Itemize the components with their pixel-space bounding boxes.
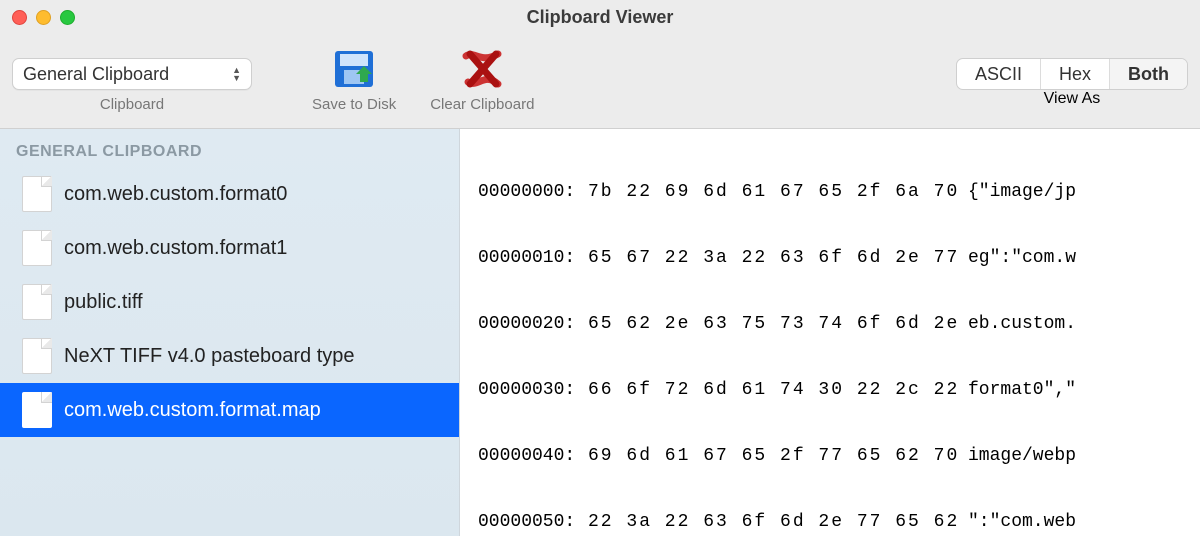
file-icon bbox=[22, 284, 52, 320]
hex-addr: 00000030: bbox=[478, 379, 588, 401]
hex-bytes: 66 6f 72 6d 61 74 30 22 2c 22 bbox=[588, 379, 968, 401]
hex-line: 00000000:7b 22 69 6d 61 67 65 2f 6a 70{"… bbox=[478, 181, 1182, 203]
fullscreen-window-button[interactable] bbox=[60, 10, 75, 25]
clipboard-select-label: Clipboard bbox=[100, 96, 164, 113]
hex-bytes: 69 6d 61 67 65 2f 77 65 62 70 bbox=[588, 445, 968, 467]
view-as-label: View As bbox=[1044, 90, 1101, 108]
view-as-both[interactable]: Both bbox=[1110, 59, 1187, 89]
hex-ascii: eg":"com.w bbox=[968, 247, 1076, 269]
hex-ascii: {"image/jp bbox=[968, 181, 1076, 203]
close-window-button[interactable] bbox=[12, 10, 27, 25]
file-icon bbox=[22, 230, 52, 266]
clipboard-select-value: General Clipboard bbox=[23, 64, 169, 85]
hex-addr: 00000000: bbox=[478, 181, 588, 203]
red-x-icon bbox=[460, 48, 504, 90]
list-item[interactable]: NeXT TIFF v4.0 pasteboard type bbox=[0, 329, 459, 383]
view-as-group: ASCII Hex Both View As bbox=[956, 38, 1188, 108]
file-icon bbox=[22, 338, 52, 374]
list-item-label: com.web.custom.format0 bbox=[64, 183, 287, 206]
list-item-label: com.web.custom.format.map bbox=[64, 399, 321, 422]
hex-line: 00000040:69 6d 61 67 65 2f 77 65 62 70im… bbox=[478, 445, 1182, 467]
hex-addr: 00000040: bbox=[478, 445, 588, 467]
clear-clipboard-button[interactable]: Clear Clipboard bbox=[430, 38, 534, 113]
hex-addr: 00000020: bbox=[478, 313, 588, 335]
main-area: GENERAL CLIPBOARD com.web.custom.format0… bbox=[0, 128, 1200, 536]
window-controls bbox=[12, 10, 75, 25]
titlebar: Clipboard Viewer bbox=[0, 0, 1200, 34]
hex-bytes: 65 62 2e 63 75 73 74 6f 6d 2e bbox=[588, 313, 968, 335]
hex-line: 00000030:66 6f 72 6d 61 74 30 22 2c 22fo… bbox=[478, 379, 1182, 401]
hex-line: 00000050:22 3a 22 63 6f 6d 2e 77 65 62":… bbox=[478, 511, 1182, 533]
toolbar: General Clipboard ▲▼ Clipboard Save to D… bbox=[0, 34, 1200, 128]
clear-clipboard-label: Clear Clipboard bbox=[430, 96, 534, 113]
list-item-label: NeXT TIFF v4.0 pasteboard type bbox=[64, 345, 355, 368]
window-title: Clipboard Viewer bbox=[0, 7, 1200, 28]
hex-bytes: 7b 22 69 6d 61 67 65 2f 6a 70 bbox=[588, 181, 968, 203]
file-icon bbox=[22, 392, 52, 428]
hex-line: 00000020:65 62 2e 63 75 73 74 6f 6d 2eeb… bbox=[478, 313, 1182, 335]
clipboard-select-group: General Clipboard ▲▼ Clipboard bbox=[12, 38, 252, 113]
save-to-disk-label: Save to Disk bbox=[312, 96, 396, 113]
list-item[interactable]: public.tiff bbox=[0, 275, 459, 329]
hex-ascii: ":"com.web bbox=[968, 511, 1076, 533]
hex-addr: 00000050: bbox=[478, 511, 588, 533]
hex-ascii: eb.custom. bbox=[968, 313, 1076, 335]
hex-addr: 00000010: bbox=[478, 247, 588, 269]
list-item[interactable]: com.web.custom.format0 bbox=[0, 167, 459, 221]
list-item-label: public.tiff bbox=[64, 291, 143, 314]
view-as-segmented: ASCII Hex Both bbox=[956, 58, 1188, 90]
view-as-ascii[interactable]: ASCII bbox=[957, 59, 1041, 89]
list-item-label: com.web.custom.format1 bbox=[64, 237, 287, 260]
hex-ascii: format0"," bbox=[968, 379, 1076, 401]
list-item-selected[interactable]: com.web.custom.format.map bbox=[0, 383, 459, 437]
file-icon bbox=[22, 176, 52, 212]
hex-dump-view: 00000000:7b 22 69 6d 61 67 65 2f 6a 70{"… bbox=[460, 129, 1200, 536]
hex-bytes: 22 3a 22 63 6f 6d 2e 77 65 62 bbox=[588, 511, 968, 533]
list-item[interactable]: com.web.custom.format1 bbox=[0, 221, 459, 275]
save-to-disk-button[interactable]: Save to Disk bbox=[312, 38, 396, 113]
updown-chevron-icon: ▲▼ bbox=[232, 67, 241, 82]
clipboard-select[interactable]: General Clipboard ▲▼ bbox=[12, 58, 252, 90]
sidebar-section-header: GENERAL CLIPBOARD bbox=[0, 137, 459, 167]
floppy-disk-icon bbox=[332, 48, 376, 90]
minimize-window-button[interactable] bbox=[36, 10, 51, 25]
view-as-hex[interactable]: Hex bbox=[1041, 59, 1110, 89]
hex-ascii: image/webp bbox=[968, 445, 1076, 467]
hex-bytes: 65 67 22 3a 22 63 6f 6d 2e 77 bbox=[588, 247, 968, 269]
hex-line: 00000010:65 67 22 3a 22 63 6f 6d 2e 77eg… bbox=[478, 247, 1182, 269]
sidebar: GENERAL CLIPBOARD com.web.custom.format0… bbox=[0, 129, 460, 536]
